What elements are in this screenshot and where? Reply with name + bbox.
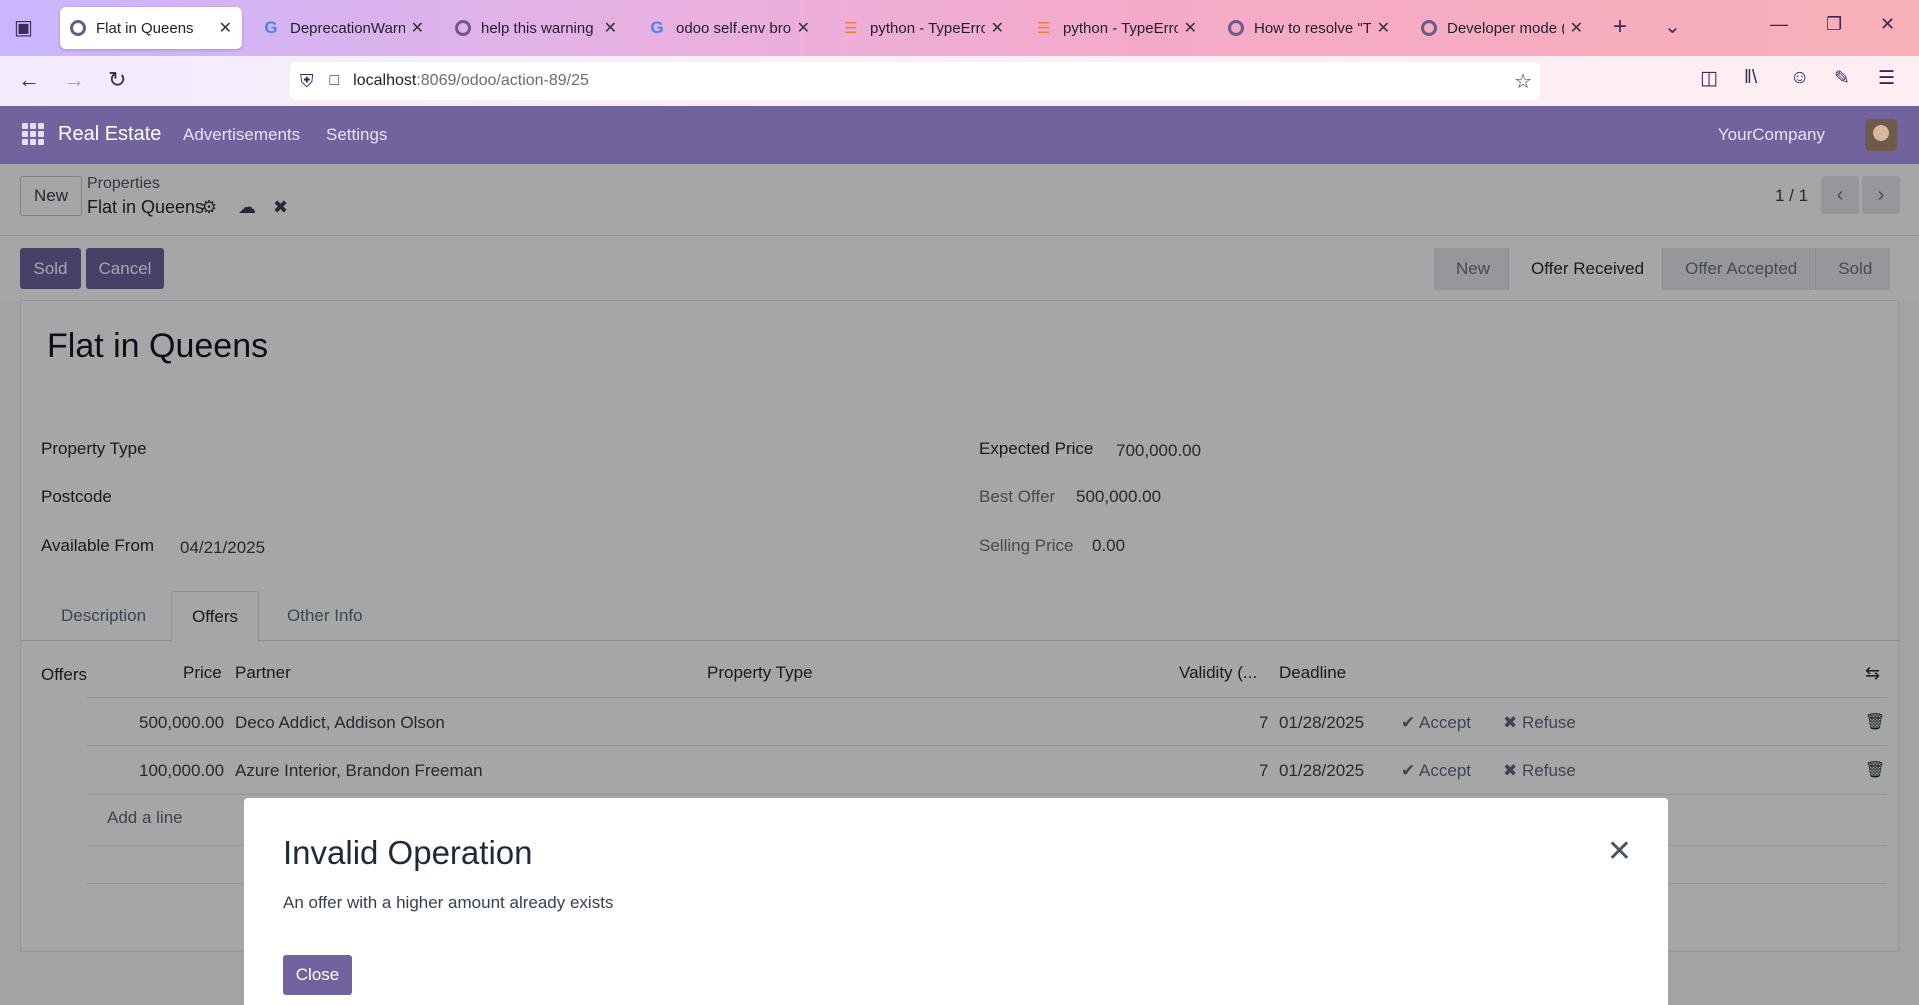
odoo-icon — [455, 20, 471, 36]
bookmark-star-icon[interactable]: ☆ — [1514, 69, 1532, 94]
shield-icon[interactable]: ⛨ — [300, 71, 314, 92]
tab-label: help this warning — [481, 19, 594, 37]
odoo-main-navbar: Real Estate Advertisements Settings Your… — [0, 106, 1919, 164]
company-switcher[interactable]: YourCompany — [1718, 125, 1825, 145]
avatar[interactable] — [1865, 119, 1897, 151]
stackoverflow-icon: ☰ — [844, 20, 858, 37]
dialog-message: An offer with a higher amount already ex… — [283, 893, 614, 912]
close-icon[interactable]: ✕ — [1184, 18, 1197, 38]
google-icon: G — [264, 18, 278, 37]
tab-label: python - TypeError — [1063, 19, 1178, 37]
restore-icon[interactable]: ❐ — [1826, 14, 1842, 35]
pocket-icon[interactable]: ◫ — [1700, 67, 1718, 90]
tab-overview-icon[interactable]: ▣ — [14, 15, 33, 40]
browser-tab-bar: ▣ Flat in Queens ✕ G DeprecationWarni ✕ … — [0, 0, 1919, 56]
new-tab-icon[interactable]: + — [1613, 13, 1627, 41]
back-icon[interactable]: ← — [18, 67, 40, 93]
close-icon[interactable]: ✕ — [1570, 18, 1583, 38]
url-text: localhost:8069/odoo/action-89/25 — [353, 72, 589, 90]
tab-label: DeprecationWarni — [290, 19, 405, 37]
url-host: localhost — [353, 72, 417, 89]
odoo-icon — [1228, 20, 1244, 36]
tab-list-chevron-icon[interactable]: ⌄ — [1664, 14, 1681, 39]
extensions-icon[interactable]: ✎ — [1834, 67, 1850, 90]
page-icon: □ — [329, 72, 340, 89]
close-icon[interactable]: ✕ — [991, 18, 1004, 38]
menu-settings[interactable]: Settings — [326, 125, 387, 145]
dialog-title: Invalid Operation — [283, 834, 533, 871]
close-icon[interactable]: ✕ — [604, 18, 617, 38]
tab-label: Flat in Queens — [96, 19, 194, 37]
url-bar[interactable]: ⛨ □ localhost:8069/odoo/action-89/25 ☆ — [290, 62, 1540, 100]
account-icon[interactable]: ☺ — [1790, 67, 1809, 89]
close-button[interactable]: Close — [283, 955, 352, 995]
tab-label: Developer mode ( — [1447, 19, 1564, 37]
menu-advertisements[interactable]: Advertisements — [183, 125, 300, 145]
odoo-icon — [70, 20, 86, 36]
close-icon[interactable]: ✕ — [797, 18, 810, 38]
close-icon[interactable]: ✕ — [411, 18, 424, 38]
browser-tab-2[interactable]: G DeprecationWarni ✕ — [252, 7, 434, 49]
tab-label: python - TypeError — [870, 19, 985, 37]
browser-tab-8[interactable]: Developer mode ( ✕ — [1411, 7, 1593, 49]
browser-tab-4[interactable]: G odoo self.env brov ✕ — [638, 7, 820, 49]
google-icon: G — [650, 18, 664, 37]
forward-icon[interactable]: → — [63, 67, 85, 93]
error-dialog: Invalid Operation ✕ An offer with a high… — [244, 798, 1668, 1005]
window-close-icon[interactable]: ✕ — [1880, 14, 1895, 35]
stackoverflow-icon: ☰ — [1037, 20, 1051, 37]
reload-icon[interactable]: ↻ — [108, 67, 126, 93]
browser-tab-7[interactable]: How to resolve "Ty ✕ — [1218, 7, 1400, 49]
close-icon[interactable]: ✕ — [1377, 18, 1390, 38]
browser-tab-1[interactable]: Flat in Queens ✕ — [60, 7, 242, 49]
app-brand[interactable]: Real Estate — [58, 123, 161, 146]
apps-menu-icon[interactable] — [22, 123, 44, 145]
tab-label: odoo self.env brov — [676, 19, 791, 37]
browser-nav-bar: ← → ↻ ⛨ □ localhost:8069/odoo/action-89/… — [0, 56, 1919, 106]
hamburger-menu-icon[interactable]: ☰ — [1878, 67, 1895, 90]
url-path: :8069/odoo/action-89/25 — [416, 72, 589, 89]
odoo-icon — [1421, 20, 1437, 36]
browser-tab-6[interactable]: ☰ python - TypeError ✕ — [1025, 7, 1207, 49]
browser-tab-3[interactable]: help this warning ✕ — [445, 7, 627, 49]
close-icon[interactable]: ✕ — [219, 18, 232, 38]
browser-tab-5[interactable]: ☰ python - TypeError ✕ — [832, 7, 1014, 49]
library-icon[interactable]: ‖\ — [1744, 67, 1757, 89]
minimize-icon[interactable]: — — [1770, 14, 1788, 35]
tab-label: How to resolve "Ty — [1254, 19, 1371, 37]
close-icon[interactable]: ✕ — [1607, 834, 1632, 869]
